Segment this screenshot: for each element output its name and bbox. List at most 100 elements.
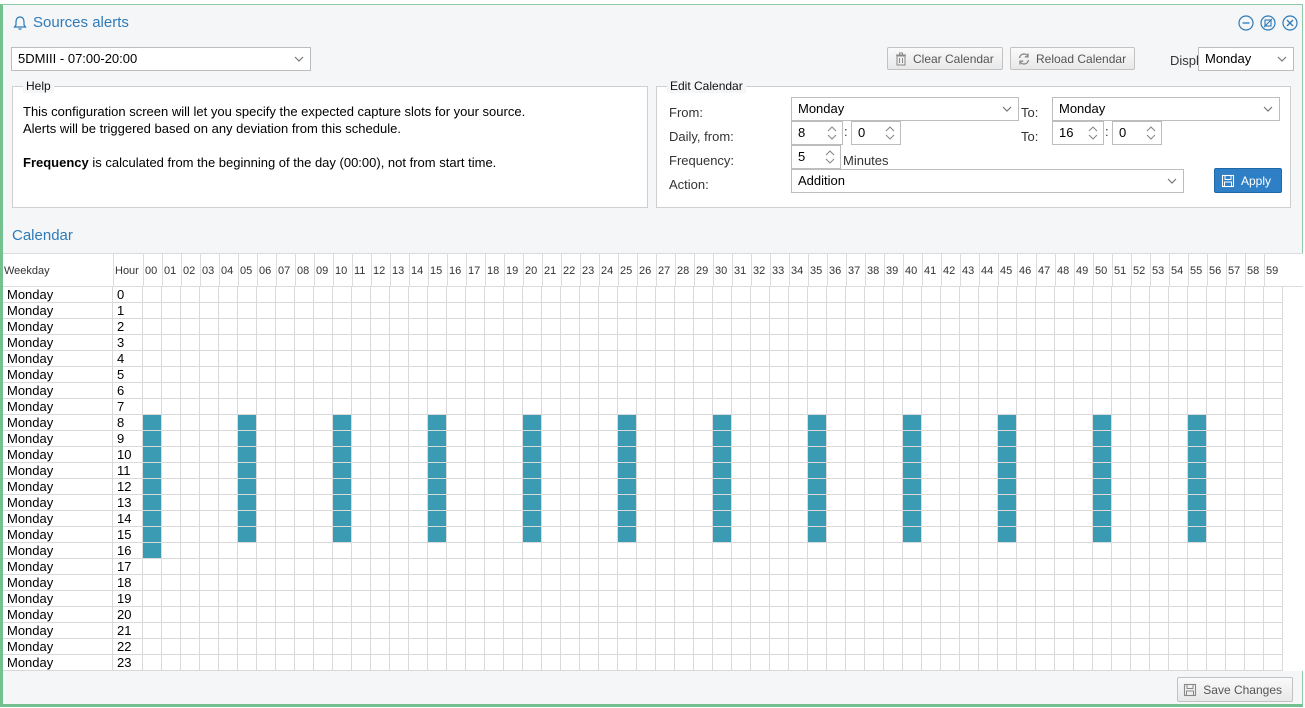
- time-slot[interactable]: [637, 655, 656, 671]
- time-slot[interactable]: [713, 367, 732, 383]
- time-slot[interactable]: [979, 415, 998, 431]
- time-slot[interactable]: [238, 655, 257, 671]
- time-slot[interactable]: [200, 495, 219, 511]
- time-slot[interactable]: [1188, 655, 1207, 671]
- time-slot[interactable]: [1150, 431, 1169, 447]
- time-slot[interactable]: [1093, 447, 1112, 463]
- time-slot[interactable]: [580, 527, 599, 543]
- time-slot[interactable]: [922, 511, 941, 527]
- time-slot[interactable]: [1055, 655, 1074, 671]
- time-slot[interactable]: [143, 607, 162, 623]
- time-slot[interactable]: [922, 655, 941, 671]
- time-slot[interactable]: [485, 351, 504, 367]
- time-slot[interactable]: [371, 287, 390, 303]
- time-slot[interactable]: [732, 623, 751, 639]
- time-slot[interactable]: [827, 463, 846, 479]
- time-slot[interactable]: [295, 607, 314, 623]
- time-slot[interactable]: [257, 335, 276, 351]
- time-slot[interactable]: [1093, 543, 1112, 559]
- time-slot[interactable]: [523, 527, 542, 543]
- time-slot[interactable]: [694, 543, 713, 559]
- time-slot[interactable]: [1093, 335, 1112, 351]
- from-weekday-select[interactable]: Monday: [791, 97, 1019, 121]
- time-slot[interactable]: [865, 527, 884, 543]
- time-slot[interactable]: [979, 543, 998, 559]
- time-slot[interactable]: [675, 495, 694, 511]
- time-slot[interactable]: [143, 367, 162, 383]
- time-slot[interactable]: [618, 351, 637, 367]
- time-slot[interactable]: [675, 399, 694, 415]
- time-slot[interactable]: [257, 591, 276, 607]
- time-slot[interactable]: [371, 511, 390, 527]
- time-slot[interactable]: [295, 351, 314, 367]
- time-slot[interactable]: [1055, 383, 1074, 399]
- time-slot[interactable]: [276, 383, 295, 399]
- time-slot[interactable]: [333, 367, 352, 383]
- time-slot[interactable]: [352, 479, 371, 495]
- time-slot[interactable]: [143, 591, 162, 607]
- time-slot[interactable]: [960, 527, 979, 543]
- time-slot[interactable]: [884, 623, 903, 639]
- time-slot[interactable]: [1188, 335, 1207, 351]
- time-slot[interactable]: [903, 655, 922, 671]
- time-slot[interactable]: [751, 607, 770, 623]
- time-slot[interactable]: [561, 655, 580, 671]
- time-slot[interactable]: [561, 607, 580, 623]
- time-slot[interactable]: [1112, 351, 1131, 367]
- time-slot[interactable]: [789, 319, 808, 335]
- time-slot[interactable]: [903, 367, 922, 383]
- time-slot[interactable]: [1245, 639, 1264, 655]
- time-slot[interactable]: [561, 335, 580, 351]
- time-slot[interactable]: [1074, 399, 1093, 415]
- time-slot[interactable]: [637, 463, 656, 479]
- time-slot[interactable]: [238, 543, 257, 559]
- time-slot[interactable]: [637, 335, 656, 351]
- time-slot[interactable]: [1036, 607, 1055, 623]
- time-slot[interactable]: [352, 415, 371, 431]
- time-slot[interactable]: [732, 639, 751, 655]
- time-slot[interactable]: [276, 415, 295, 431]
- time-slot[interactable]: [1264, 415, 1283, 431]
- time-slot[interactable]: [1245, 431, 1264, 447]
- time-slot[interactable]: [200, 351, 219, 367]
- time-slot[interactable]: [903, 399, 922, 415]
- time-slot[interactable]: [1093, 383, 1112, 399]
- time-slot[interactable]: [447, 479, 466, 495]
- time-slot[interactable]: [143, 303, 162, 319]
- time-slot[interactable]: [238, 527, 257, 543]
- time-slot[interactable]: [941, 367, 960, 383]
- time-slot[interactable]: [523, 559, 542, 575]
- time-slot[interactable]: [1074, 447, 1093, 463]
- time-slot[interactable]: [1074, 287, 1093, 303]
- time-slot[interactable]: [846, 415, 865, 431]
- time-slot[interactable]: [675, 431, 694, 447]
- time-slot[interactable]: [1169, 575, 1188, 591]
- time-slot[interactable]: [1150, 335, 1169, 351]
- time-slot[interactable]: [979, 479, 998, 495]
- time-slot[interactable]: [257, 607, 276, 623]
- time-slot[interactable]: [675, 287, 694, 303]
- time-slot[interactable]: [1188, 591, 1207, 607]
- time-slot[interactable]: [903, 447, 922, 463]
- time-slot[interactable]: [333, 479, 352, 495]
- time-slot[interactable]: [865, 495, 884, 511]
- time-slot[interactable]: [428, 591, 447, 607]
- time-slot[interactable]: [637, 479, 656, 495]
- time-slot[interactable]: [1226, 319, 1245, 335]
- time-slot[interactable]: [200, 655, 219, 671]
- time-slot[interactable]: [238, 559, 257, 575]
- time-slot[interactable]: [333, 655, 352, 671]
- time-slot[interactable]: [485, 335, 504, 351]
- time-slot[interactable]: [922, 431, 941, 447]
- time-slot[interactable]: [656, 543, 675, 559]
- time-slot[interactable]: [618, 511, 637, 527]
- time-slot[interactable]: [979, 623, 998, 639]
- time-slot[interactable]: [751, 367, 770, 383]
- time-slot[interactable]: [1017, 495, 1036, 511]
- time-slot[interactable]: [979, 431, 998, 447]
- time-slot[interactable]: [409, 479, 428, 495]
- stepper-arrows-icon[interactable]: [1088, 125, 1098, 141]
- time-slot[interactable]: [713, 607, 732, 623]
- time-slot[interactable]: [732, 591, 751, 607]
- time-slot[interactable]: [770, 607, 789, 623]
